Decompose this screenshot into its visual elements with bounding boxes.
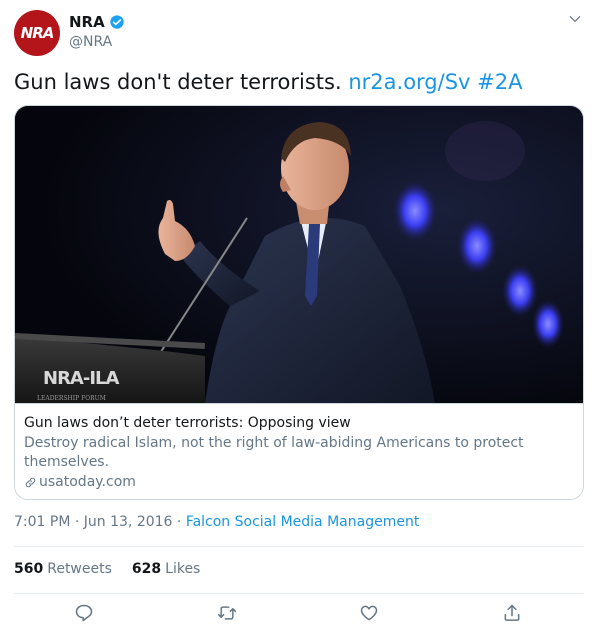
meta-separator: · bbox=[176, 514, 186, 530]
link-card[interactable]: NRA-ILA LEADERSHIP FORUM Gun laws don’t … bbox=[14, 105, 584, 500]
tweet-body: Gun laws don't deter terrorists. bbox=[14, 70, 342, 94]
tweet-link[interactable]: nr2a.org/Sv bbox=[348, 70, 470, 94]
speaker-photo: NRA-ILA LEADERSHIP FORUM bbox=[15, 106, 583, 403]
lectern-logo-text: NRA-ILA bbox=[43, 368, 119, 389]
card-domain: usatoday.com bbox=[39, 474, 136, 490]
user-info: NRA @NRA bbox=[69, 12, 125, 50]
tweet-text: Gun laws don't deter terrorists. nr2a.or… bbox=[14, 68, 584, 96]
divider bbox=[14, 546, 584, 547]
card-domain-row: usatoday.com bbox=[24, 473, 574, 492]
share-icon bbox=[504, 604, 520, 621]
lectern-subtext: LEADERSHIP FORUM bbox=[37, 395, 106, 402]
action-bar bbox=[14, 603, 584, 629]
retweets-count: 560 bbox=[14, 561, 44, 577]
like-icon bbox=[360, 605, 378, 621]
like-button[interactable] bbox=[359, 603, 381, 625]
display-name[interactable]: NRA bbox=[69, 13, 105, 31]
card-description: Destroy radical Islam, not the right of … bbox=[24, 435, 524, 470]
meta-separator: · bbox=[74, 514, 84, 530]
retweet-icon bbox=[217, 606, 237, 620]
retweets-label: Retweets bbox=[47, 561, 112, 577]
share-button[interactable] bbox=[502, 603, 524, 625]
card-body[interactable]: Gun laws don’t deter terrorists: Opposin… bbox=[15, 403, 583, 499]
card-title: Gun laws don’t deter terrorists: Opposin… bbox=[24, 415, 351, 431]
tweet-meta: 7:01 PM · Jun 13, 2016 · Falcon Social M… bbox=[14, 514, 419, 530]
user-handle[interactable]: @NRA bbox=[69, 34, 125, 50]
tweet-date[interactable]: Jun 13, 2016 bbox=[84, 514, 173, 530]
tweet-time[interactable]: 7:01 PM bbox=[14, 514, 70, 530]
card-image[interactable]: NRA-ILA LEADERSHIP FORUM bbox=[15, 106, 583, 403]
hashtag-link[interactable]: #2A bbox=[477, 70, 522, 94]
likes-stat[interactable]: 628 Likes bbox=[132, 561, 200, 577]
tweet-header: NRA NRA @NRA bbox=[14, 10, 584, 58]
chevron-down-icon[interactable] bbox=[568, 12, 582, 26]
likes-count: 628 bbox=[131, 561, 162, 577]
retweet-button[interactable] bbox=[217, 603, 239, 625]
tweet-stats: 560 Retweets 628 Likes bbox=[14, 561, 220, 577]
avatar-logo-text: NRA bbox=[20, 24, 55, 42]
avatar[interactable]: NRA bbox=[14, 10, 60, 56]
reply-icon bbox=[75, 604, 93, 622]
retweets-stat[interactable]: 560 Retweets bbox=[14, 561, 112, 577]
verified-icon bbox=[110, 15, 124, 29]
likes-label: Likes bbox=[165, 561, 201, 577]
divider bbox=[14, 593, 584, 594]
reply-button[interactable] bbox=[74, 603, 96, 625]
link-icon bbox=[25, 477, 36, 488]
tweet-source[interactable]: Falcon Social Media Management bbox=[186, 514, 420, 530]
